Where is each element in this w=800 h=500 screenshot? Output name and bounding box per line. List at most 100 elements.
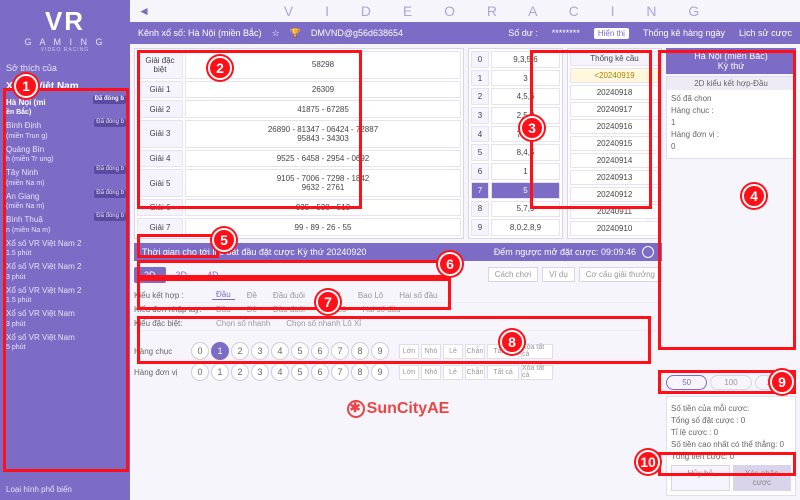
sound-icon[interactable]	[642, 246, 654, 258]
confirm-button[interactable]: Xác nhận cược	[733, 465, 792, 491]
digit-button[interactable]: 8	[351, 342, 369, 360]
digit-table: 09,3,5,61324,5,632,5,847,3,258,4,5617585…	[468, 48, 563, 239]
filter-option[interactable]: Bao Lô	[354, 291, 387, 300]
filter-option[interactable]: Chọn số nhanh	[212, 319, 274, 328]
sidebar-item[interactable]: Tây Ninh(miền Na m)Đã đóng b	[6, 166, 124, 189]
quick-button[interactable]: Tất cả	[487, 365, 519, 380]
help-button[interactable]: Cách chơi	[488, 267, 538, 282]
stats-row[interactable]: 20240918	[570, 85, 659, 100]
stats-row[interactable]: 20240911	[570, 204, 659, 219]
sidebar-item[interactable]: Xổ số VR Việt Nam3 phút	[6, 307, 124, 330]
digit-button[interactable]: 6	[311, 342, 329, 360]
sidebar-item[interactable]: Xổ số VR Việt Nam 21.5 phút	[6, 284, 124, 307]
callout-5: 5	[212, 228, 236, 252]
announce-icon[interactable]: ◄	[138, 4, 164, 18]
filter-option[interactable]: Đầu đuôi	[269, 291, 309, 300]
dim-tab[interactable]: 3D	[166, 267, 198, 283]
stats-row[interactable]: 20240912	[570, 187, 659, 202]
quick-button[interactable]: Nhỏ	[421, 344, 441, 359]
quick-button[interactable]: Xóa tất cả	[521, 344, 553, 359]
quick-button[interactable]: Nhỏ	[421, 365, 441, 380]
digit-button[interactable]: 5	[291, 342, 309, 360]
tens-value: 1	[671, 118, 791, 127]
bet-mode: 2D kiểu kết hợp-Đầu	[667, 77, 795, 90]
filter-option[interactable]: Đầu đuôi	[269, 305, 309, 314]
quick-button[interactable]: Xóa tất cả	[521, 365, 553, 380]
balance-label: Số dư :	[508, 28, 538, 38]
sidebar-foot[interactable]: Loại hình phổ biến	[6, 485, 124, 494]
brand-band: ◄ V I D E O R A C I N G	[130, 0, 800, 22]
sidebar-fav[interactable]: Sở thích của	[6, 63, 124, 73]
filter-option[interactable]: Hai số đầu	[358, 305, 404, 314]
digit-button[interactable]: 7	[331, 363, 349, 381]
summary-line: Tỉ lệ cược : 0	[671, 428, 791, 437]
quick-button[interactable]: Lẻ	[443, 365, 463, 380]
stats-row[interactable]: 20240917	[570, 102, 659, 117]
digit-button[interactable]: 0	[191, 342, 209, 360]
digit-button[interactable]: 7	[331, 342, 349, 360]
digit-button[interactable]: 9	[371, 363, 389, 381]
bet-history-link[interactable]: Lịch sử cược	[739, 28, 792, 38]
topbar: Kênh xổ số: Hà Nội (miền Bắc) ☆ 🏆 DMVND@…	[130, 22, 800, 44]
stats-row[interactable]: 20240910	[570, 221, 659, 236]
digit-button[interactable]: 8	[351, 363, 369, 381]
digit-button[interactable]: 1	[211, 363, 229, 381]
quick-button[interactable]: Lớn	[399, 365, 419, 380]
callout-4: 4	[742, 184, 766, 208]
sidebar-item[interactable]: Quảng Bình (miền Tr ung)	[6, 143, 124, 166]
callout-2: 2	[208, 56, 232, 80]
digit-button[interactable]: 6	[311, 363, 329, 381]
callout-6: 6	[438, 252, 462, 276]
help-button[interactable]: Cơ cấu giải thưởng	[579, 267, 662, 282]
quick-button[interactable]: Chẵn	[465, 344, 485, 359]
sidebar-item[interactable]: Bình Định(miền Trun g)Đã đóng b	[6, 119, 124, 142]
stats-row[interactable]: <20240919	[570, 68, 659, 83]
filter-option[interactable]: Đầu	[212, 305, 235, 314]
stats-row[interactable]: 20240916	[570, 119, 659, 134]
digit-button[interactable]: 9	[371, 342, 389, 360]
dim-tab[interactable]: 2D	[134, 267, 166, 283]
filter-option[interactable]: Đầu	[212, 290, 235, 300]
bet-panel: Hà Nội (miền Bắc)Kỳ thứ 2D kiểu kết hợp-…	[666, 48, 796, 496]
filter-option[interactable]: Hai số đầu	[395, 291, 441, 300]
logo: VR G A M I N G VIDEO RACING	[6, 6, 124, 53]
digit-button[interactable]: 3	[251, 363, 269, 381]
digit-button[interactable]: 1	[211, 342, 229, 360]
quick-button[interactable]: Lẻ	[443, 344, 463, 359]
dim-tab[interactable]: 4D	[197, 267, 229, 283]
callout-3: 3	[520, 116, 544, 140]
sidebar-item[interactable]: Xổ số VR Việt Nam5 phút	[6, 331, 124, 354]
amount-chip[interactable]: 50	[666, 375, 707, 390]
digit-button[interactable]: 2	[231, 342, 249, 360]
amount-chip[interactable]: 100	[710, 375, 751, 390]
filter-option[interactable]: Đề	[243, 291, 261, 300]
stats-row[interactable]: 20240914	[570, 153, 659, 168]
quick-button[interactable]: Chẵn	[465, 365, 485, 380]
stats-row[interactable]: 20240913	[570, 170, 659, 185]
sidebar-item[interactable]: Xổ số VR Việt Nam 23 phút	[6, 260, 124, 283]
dimension-tabs: 2D3D4D Cách chơi Ví dụ Cơ cấu giải thưởng	[134, 265, 662, 284]
callout-1: 1	[14, 74, 38, 98]
cancel-button[interactable]: Hủy bỏ	[671, 465, 730, 491]
summary-line: Tổng tiền cược: 0	[671, 452, 791, 461]
help-button[interactable]: Ví dụ	[542, 267, 575, 282]
stats-row[interactable]: 20240915	[570, 136, 659, 151]
digit-button[interactable]: 4	[271, 342, 289, 360]
fav-star-icon[interactable]: ☆	[272, 28, 280, 39]
digit-button[interactable]: 5	[291, 363, 309, 381]
callout-10: 10	[636, 450, 660, 474]
show-balance-button[interactable]: Hiển thị	[594, 28, 629, 39]
filter-option[interactable]: Đề	[243, 305, 261, 314]
sidebar-item[interactable]: Xổ số VR Việt Nam 21.5 phút	[6, 237, 124, 260]
countdown-timer: Đếm ngược mở đặt cược: 09:09:46	[494, 247, 636, 257]
sidebar-item[interactable]: Bình Thuận (miền Na m)Đã đóng b	[6, 213, 124, 236]
filter-option[interactable]: Chọn số nhanh Lô Xỉ	[282, 319, 365, 328]
digit-button[interactable]: 4	[271, 363, 289, 381]
digit-button[interactable]: 0	[191, 363, 209, 381]
daily-stats-link[interactable]: Thống kê hàng ngày	[643, 28, 725, 38]
sidebar-item[interactable]: Hà Nội (miền Bắc)Đã đóng b	[6, 96, 124, 119]
digit-button[interactable]: 2	[231, 363, 249, 381]
sidebar-item[interactable]: An Giang(miền Na m)Đã đóng b	[6, 190, 124, 213]
quick-button[interactable]: Lớn	[399, 344, 419, 359]
digit-button[interactable]: 3	[251, 342, 269, 360]
